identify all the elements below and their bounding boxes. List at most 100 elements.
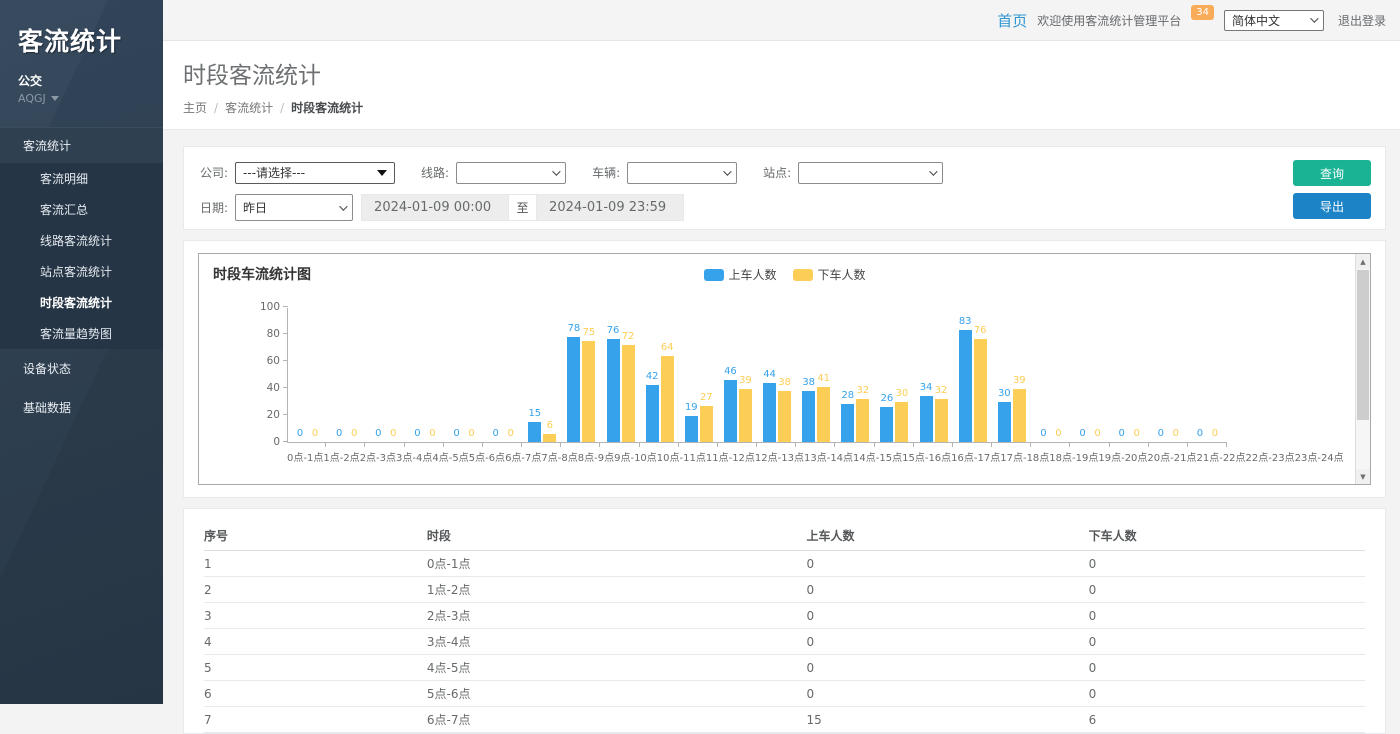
bar-group: 7672 bbox=[601, 308, 640, 442]
bar-group: 4639 bbox=[718, 308, 757, 442]
table-cell: 0 bbox=[1089, 687, 1365, 701]
bar-group: 00 bbox=[366, 308, 405, 442]
bar-value-label: 38 bbox=[802, 378, 815, 388]
legend-label: 下车人数 bbox=[818, 266, 866, 283]
table-row: 65点-6点00 bbox=[204, 681, 1365, 707]
bar-下车人数: 27 bbox=[700, 406, 713, 442]
bar-value-label: 76 bbox=[974, 326, 987, 336]
bar-group: 00 bbox=[405, 308, 444, 442]
sidebar-item-客流明细[interactable]: 客流明细 bbox=[0, 163, 163, 194]
bar-value-label: 15 bbox=[528, 409, 541, 419]
y-axis-label: 60 bbox=[267, 355, 280, 367]
x-axis-ticks bbox=[287, 443, 1227, 447]
nav-section-passenger-stats[interactable]: 客流统计 bbox=[0, 127, 163, 163]
bar-value-label: 0 bbox=[375, 429, 381, 439]
org-name: 公交 bbox=[18, 72, 145, 89]
sidebar-item-站点客流统计[interactable]: 站点客流统计 bbox=[0, 256, 163, 287]
language-select[interactable]: 简体中文 bbox=[1224, 10, 1324, 31]
export-button[interactable]: 导出 bbox=[1293, 193, 1371, 219]
chevron-down-icon bbox=[1310, 14, 1318, 22]
bar-下车人数: 32 bbox=[935, 399, 948, 442]
breadcrumb-item[interactable]: 客流统计 bbox=[225, 99, 273, 116]
page-header: 时段客流统计 主页/客流统计/时段客流统计 bbox=[163, 41, 1400, 130]
sidebar-item-基础数据[interactable]: 基础数据 bbox=[0, 388, 163, 427]
table-cell: 4 bbox=[204, 635, 427, 649]
bar-下车人数: 32 bbox=[856, 399, 869, 442]
bar-上车人数: 42 bbox=[646, 385, 659, 442]
table-header-cell: 上车人数 bbox=[807, 527, 1089, 544]
x-tick bbox=[835, 443, 874, 447]
x-axis-label: 12点-13点 bbox=[755, 449, 804, 464]
bar-value-label: 83 bbox=[959, 317, 972, 327]
bar-group: 00 bbox=[1110, 308, 1149, 442]
sidebar-item-客流汇总[interactable]: 客流汇总 bbox=[0, 194, 163, 225]
bar-下车人数: 30 bbox=[895, 402, 908, 443]
table-row: 54点-5点00 bbox=[204, 655, 1365, 681]
line-select[interactable] bbox=[456, 162, 566, 184]
legend-item-下车人数[interactable]: 下车人数 bbox=[793, 266, 866, 283]
company-value: ---请选择--- bbox=[243, 164, 305, 181]
scroll-down-icon[interactable]: ▼ bbox=[1356, 469, 1370, 484]
company-filter: 公司: ---请选择--- bbox=[200, 162, 395, 184]
bar-value-label: 0 bbox=[1094, 429, 1100, 439]
x-tick bbox=[1110, 443, 1149, 447]
table-row: 43点-4点00 bbox=[204, 629, 1365, 655]
sidebar-item-时段客流统计[interactable]: 时段客流统计 bbox=[0, 287, 163, 318]
table-cell: 0 bbox=[807, 609, 1089, 623]
x-axis-label: 13点-14点 bbox=[804, 449, 853, 464]
date-preset-select[interactable]: 昨日 bbox=[235, 194, 353, 221]
notification-badge[interactable]: 34 bbox=[1191, 5, 1214, 20]
x-axis-label: 18点-19点 bbox=[1049, 449, 1098, 464]
query-button[interactable]: 查询 bbox=[1293, 160, 1371, 186]
scroll-up-icon[interactable]: ▲ bbox=[1356, 254, 1370, 269]
sidebar-item-线路客流统计[interactable]: 线路客流统计 bbox=[0, 225, 163, 256]
breadcrumb-item[interactable]: 主页 bbox=[183, 99, 207, 116]
logout-link[interactable]: 退出登录 bbox=[1338, 12, 1386, 29]
station-select[interactable] bbox=[798, 162, 943, 184]
legend-swatch bbox=[793, 269, 813, 281]
bar-value-label: 39 bbox=[739, 376, 752, 386]
bar-下车人数: 39 bbox=[1013, 389, 1026, 442]
legend-item-上车人数[interactable]: 上车人数 bbox=[703, 266, 776, 283]
table-cell: 0 bbox=[807, 635, 1089, 649]
x-axis-label: 16点-17点 bbox=[951, 449, 1000, 464]
table-row: 32点-3点00 bbox=[204, 603, 1365, 629]
bar-group: 00 bbox=[327, 308, 366, 442]
x-tick bbox=[600, 443, 639, 447]
scrollbar-thumb[interactable] bbox=[1357, 270, 1369, 420]
bar-value-label: 28 bbox=[841, 391, 854, 401]
app-title: 客流统计 bbox=[18, 22, 145, 58]
home-link[interactable]: 首页 bbox=[997, 10, 1027, 31]
bar-value-label: 42 bbox=[646, 372, 659, 382]
x-axis-label: 10点-11点 bbox=[657, 449, 706, 464]
company-select[interactable]: ---请选择--- bbox=[235, 162, 395, 184]
x-axis-label: 20点-21点 bbox=[1147, 449, 1196, 464]
sidebar-item-设备状态[interactable]: 设备状态 bbox=[0, 349, 163, 388]
sidebar-item-客流量趋势图[interactable]: 客流量趋势图 bbox=[0, 318, 163, 349]
bar-group: 2832 bbox=[836, 308, 875, 442]
bar-group: 1927 bbox=[679, 308, 718, 442]
bar-group: 00 bbox=[445, 308, 484, 442]
vehicle-select[interactable] bbox=[627, 162, 737, 184]
table-cell: 7 bbox=[204, 713, 427, 727]
vehicle-label: 车辆: bbox=[592, 164, 620, 181]
org-switcher[interactable]: AQGJ bbox=[18, 92, 145, 105]
filter-panel: 公司: ---请选择--- 线路: 车辆: 站点: bbox=[183, 146, 1386, 230]
topbar: 首页 欢迎使用客流统计管理平台 34 简体中文 退出登录 bbox=[163, 0, 1400, 41]
date-end-input[interactable]: 2024-01-09 23:59 bbox=[536, 194, 684, 221]
language-value: 简体中文 bbox=[1232, 12, 1280, 29]
bar-下车人数: 41 bbox=[817, 387, 830, 442]
bar-value-label: 76 bbox=[607, 326, 620, 336]
bar-value-label: 41 bbox=[817, 374, 830, 384]
legend-label: 上车人数 bbox=[728, 266, 776, 283]
bar-group: 4264 bbox=[640, 308, 679, 442]
org-code: AQGJ bbox=[18, 92, 46, 105]
bar-value-label: 0 bbox=[336, 429, 342, 439]
sidebar: 客流统计 公交 AQGJ 客流统计客流明细客流汇总线路客流统计站点客流统计时段客… bbox=[0, 0, 163, 704]
filter-row-2: 日期: 昨日 2024-01-09 00:00 至 2024-01-09 23:… bbox=[200, 194, 1369, 221]
chart-plot: 0204060801000000000000001567875767242641… bbox=[287, 308, 1227, 443]
bar-上车人数: 38 bbox=[802, 391, 815, 442]
date-start-input[interactable]: 2024-01-09 00:00 bbox=[361, 194, 509, 221]
chart-scrollbar[interactable]: ▲ ▼ bbox=[1355, 254, 1370, 484]
welcome-text: 欢迎使用客流统计管理平台 bbox=[1037, 12, 1181, 29]
